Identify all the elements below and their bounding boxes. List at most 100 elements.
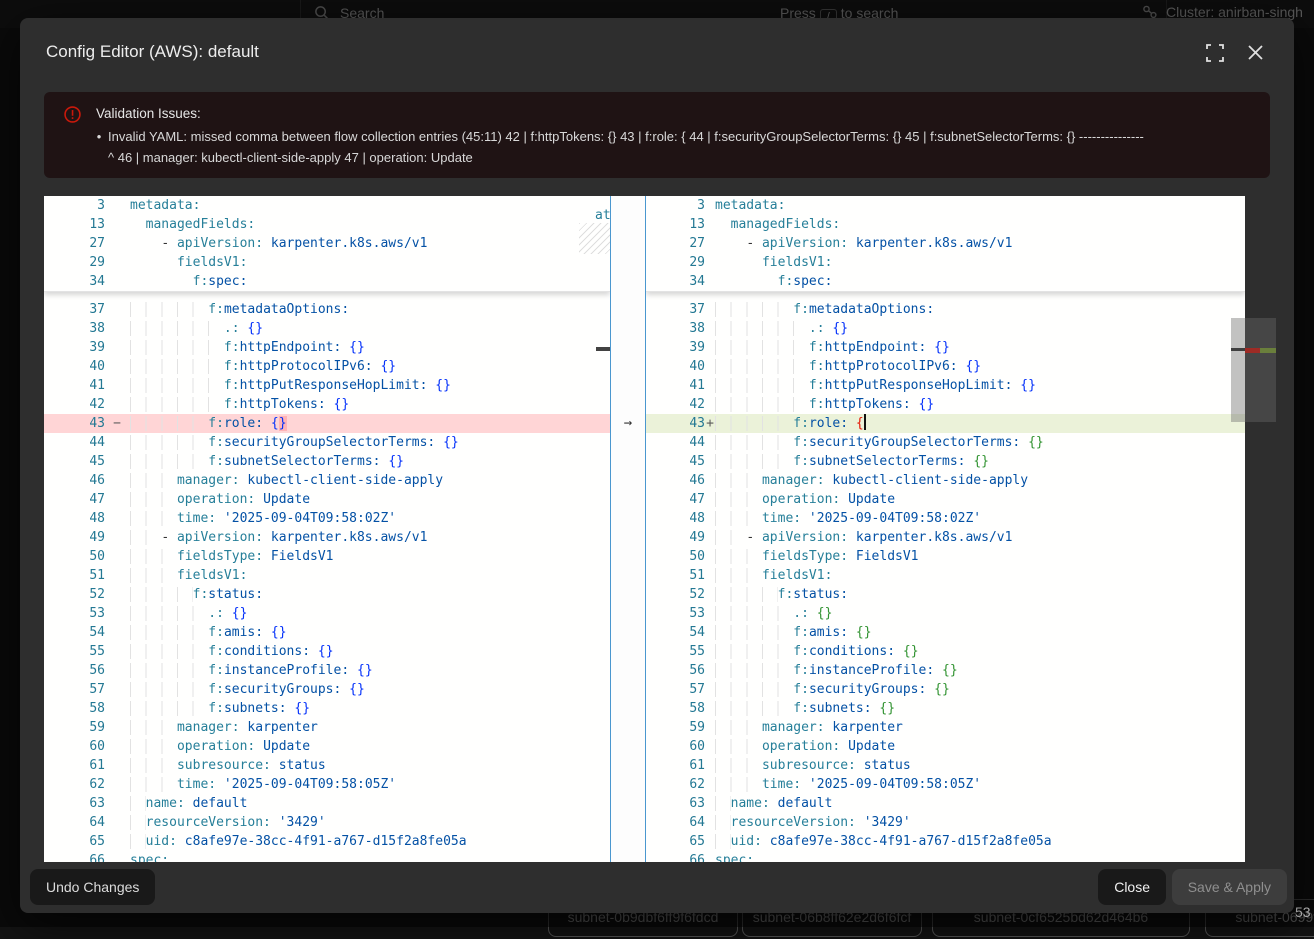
code-line[interactable]: 60 operation: Update <box>646 737 1245 756</box>
code-line[interactable]: 48 time: '2025-09-04T09:58:02Z' <box>44 509 610 528</box>
line-number: 44 <box>44 433 130 452</box>
code-line[interactable]: 45 f:subnetSelectorTerms: {} <box>646 452 1245 471</box>
sticky-code-line[interactable]: 27 - apiVersion: karpenter.k8s.aws/v1 <box>646 234 1245 253</box>
line-number: 63 <box>646 794 715 813</box>
code-line[interactable]: 39 f:httpEndpoint: {} <box>44 338 610 357</box>
sticky-code-line[interactable]: 27 - apiVersion: karpenter.k8s.aws/v1 <box>44 234 610 253</box>
sticky-code-line[interactable]: 13 managedFields: <box>646 215 1245 234</box>
code-line[interactable]: 50 fieldsType: FieldsV1 <box>44 547 610 566</box>
line-number: 38 <box>44 319 130 338</box>
code-line[interactable]: 62 time: '2025-09-04T09:58:05Z' <box>646 775 1245 794</box>
code-line[interactable]: 42 f:httpTokens: {} <box>44 395 610 414</box>
code-line[interactable]: 45 f:subnetSelectorTerms: {} <box>44 452 610 471</box>
close-button[interactable]: Close <box>1098 869 1166 905</box>
close-icon[interactable] <box>1248 45 1263 65</box>
code-line[interactable]: 60 operation: Update <box>44 737 610 756</box>
code-line[interactable]: 59 manager: karpenter <box>646 718 1245 737</box>
code-line[interactable]: 53 .: {} <box>44 604 610 623</box>
diff-splitter[interactable] <box>610 196 646 862</box>
fullscreen-icon[interactable] <box>1206 44 1224 67</box>
code-line[interactable]: 53 .: {} <box>646 604 1245 623</box>
code-line[interactable]: 51 fieldsV1: <box>646 566 1245 585</box>
line-number: 37 <box>646 300 715 319</box>
sticky-code-line[interactable]: 13 managedFields: <box>44 215 610 234</box>
code-line[interactable]: 49 - apiVersion: karpenter.k8s.aws/v1 <box>44 528 610 547</box>
code-line[interactable]: 62 time: '2025-09-04T09:58:05Z' <box>44 775 610 794</box>
code-line[interactable]: 65 uid: c8afe97e-38cc-4f91-a767-d15f2a8f… <box>44 832 610 851</box>
code-line[interactable]: 54 f:amis: {} <box>646 623 1245 642</box>
line-number: 56 <box>44 661 130 680</box>
code-line[interactable]: 40 f:httpProtocolIPv6: {} <box>646 357 1245 376</box>
code-line[interactable]: 41 f:httpPutResponseHopLimit: {} <box>44 376 610 395</box>
code-line[interactable]: 38 .: {} <box>44 319 610 338</box>
modified-code-rows: 37 f:metadataOptions:38 .: {}39 f:httpEn… <box>646 300 1245 862</box>
code-line[interactable]: 38 .: {} <box>646 319 1245 338</box>
sticky-code-line[interactable]: 29 fieldsV1: <box>646 253 1245 272</box>
diff-diagonal-fill <box>579 223 610 254</box>
code-line[interactable]: 56 f:instanceProfile: {} <box>646 661 1245 680</box>
vertical-scrollbar[interactable] <box>1231 318 1245 422</box>
config-editor-modal: Config Editor (AWS): default Validation … <box>20 18 1294 913</box>
diff-revert-arrow[interactable]: → <box>612 414 644 433</box>
code-line[interactable]: 42 f:httpTokens: {} <box>646 395 1245 414</box>
code-line[interactable]: 57 f:securityGroups: {} <box>646 680 1245 699</box>
code-line[interactable]: 54 f:amis: {} <box>44 623 610 642</box>
line-number: 38 <box>646 319 715 338</box>
sticky-code-line[interactable]: 34 f:spec: <box>44 272 610 291</box>
code-line[interactable]: 39 f:httpEndpoint: {} <box>646 338 1245 357</box>
save-apply-button[interactable]: Save & Apply <box>1172 869 1287 905</box>
sticky-code-line[interactable]: 3metadata: <box>646 196 1245 215</box>
line-number: 40 <box>44 357 130 376</box>
code-line[interactable]: 64 resourceVersion: '3429' <box>44 813 610 832</box>
line-number: 66 <box>44 851 130 862</box>
diff-original-pane[interactable]: 37 f:metadataOptions:38 .: {}39 f:httpEn… <box>44 196 610 862</box>
line-number: 27 <box>44 234 130 253</box>
code-line[interactable]: 40 f:httpProtocolIPv6: {} <box>44 357 610 376</box>
code-line[interactable]: 51 fieldsV1: <box>44 566 610 585</box>
code-line[interactable]: 63 name: default <box>44 794 610 813</box>
code-line[interactable]: 47 operation: Update <box>44 490 610 509</box>
line-number: 53 <box>646 604 715 623</box>
code-line[interactable]: 64 resourceVersion: '3429' <box>646 813 1245 832</box>
line-number: 27 <box>646 234 715 253</box>
code-line[interactable]: 63 name: default <box>646 794 1245 813</box>
code-line[interactable]: 47 operation: Update <box>646 490 1245 509</box>
code-line[interactable]: 37 f:metadataOptions: <box>646 300 1245 319</box>
code-line[interactable]: 52 f:status: <box>44 585 610 604</box>
code-line[interactable]: 43− f:role: {} <box>44 414 610 433</box>
code-line[interactable]: 59 manager: karpenter <box>44 718 610 737</box>
code-line[interactable]: 61 subresource: status <box>646 756 1245 775</box>
code-line[interactable]: 66spec: <box>44 851 610 862</box>
code-line[interactable]: 49 - apiVersion: karpenter.k8s.aws/v1 <box>646 528 1245 547</box>
code-line[interactable]: 43+ f:role: { <box>646 414 1245 433</box>
code-line[interactable]: 57 f:securityGroups: {} <box>44 680 610 699</box>
sticky-code-line[interactable]: 3metadata: <box>44 196 610 215</box>
code-line[interactable]: 41 f:httpPutResponseHopLimit: {} <box>646 376 1245 395</box>
code-line[interactable]: 55 f:conditions: {} <box>646 642 1245 661</box>
code-line[interactable]: 50 fieldsType: FieldsV1 <box>646 547 1245 566</box>
code-line[interactable]: 46 manager: kubectl-client-side-apply <box>646 471 1245 490</box>
line-number: 64 <box>44 813 130 832</box>
code-line[interactable]: 52 f:status: <box>646 585 1245 604</box>
diff-overview-ruler[interactable] <box>1245 318 1276 422</box>
code-line[interactable]: 55 f:conditions: {} <box>44 642 610 661</box>
code-line[interactable]: 58 f:subnets: {} <box>646 699 1245 718</box>
line-number: 50 <box>646 547 715 566</box>
code-line[interactable]: 48 time: '2025-09-04T09:58:02Z' <box>646 509 1245 528</box>
line-number: 55 <box>44 642 130 661</box>
diff-modified-pane[interactable]: 37 f:metadataOptions:38 .: {}39 f:httpEn… <box>646 196 1276 862</box>
sticky-code-line[interactable]: 34 f:spec: <box>646 272 1245 291</box>
line-number: 54 <box>646 623 715 642</box>
code-line[interactable]: 37 f:metadataOptions: <box>44 300 610 319</box>
code-line[interactable]: 61 subresource: status <box>44 756 610 775</box>
code-line[interactable]: 44 f:securityGroupSelectorTerms: {} <box>646 433 1245 452</box>
code-line[interactable]: 44 f:securityGroupSelectorTerms: {} <box>44 433 610 452</box>
code-line[interactable]: 56 f:instanceProfile: {} <box>44 661 610 680</box>
removed-line-marker: − <box>113 414 121 433</box>
code-line[interactable]: 58 f:subnets: {} <box>44 699 610 718</box>
undo-changes-button[interactable]: Undo Changes <box>30 869 155 905</box>
sticky-code-line[interactable]: 29 fieldsV1: <box>44 253 610 272</box>
code-line[interactable]: 65 uid: c8afe97e-38cc-4f91-a767-d15f2a8f… <box>646 832 1245 851</box>
code-line[interactable]: 46 manager: kubectl-client-side-apply <box>44 471 610 490</box>
code-line[interactable]: 66spec: <box>646 851 1245 862</box>
